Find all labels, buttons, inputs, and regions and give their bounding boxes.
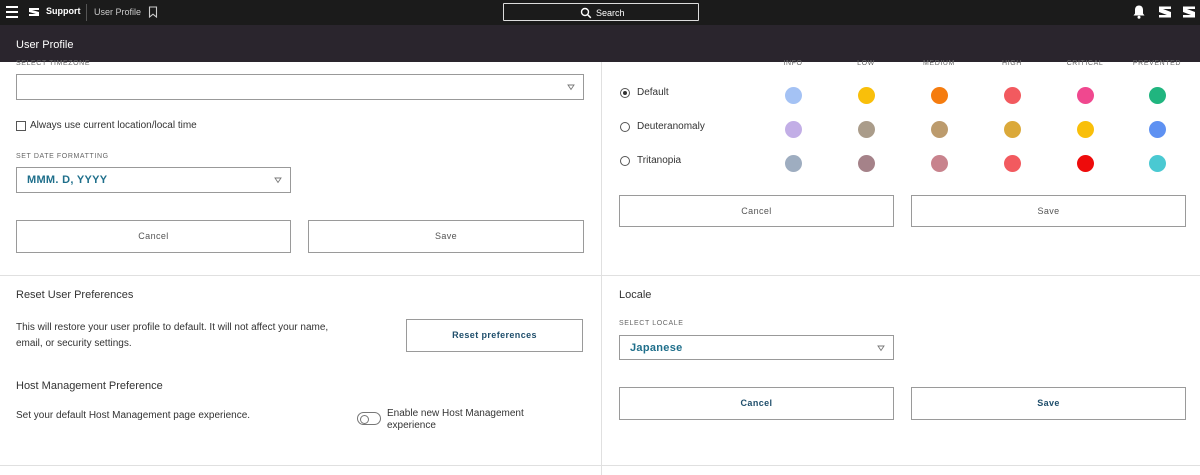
color-save-button[interactable]: Save xyxy=(911,195,1186,227)
brand-name[interactable]: Support xyxy=(46,6,81,16)
host-mgmt-heading: Host Management Preference xyxy=(16,380,163,392)
save-button[interactable]: Save xyxy=(308,220,584,253)
use-local-time-checkbox[interactable] xyxy=(16,121,26,131)
toggle-label-cont: experience xyxy=(387,420,436,431)
menu-icon[interactable] xyxy=(6,6,18,18)
color-swatch-tritanopia-info xyxy=(784,154,802,172)
radio-tritanopia[interactable] xyxy=(620,156,630,166)
color-swatch-deuteranomaly-critical xyxy=(1076,120,1094,138)
color-swatch-tritanopia-medium xyxy=(930,154,948,172)
locale-select[interactable]: Japanese xyxy=(619,335,894,360)
search-bar[interactable]: Search xyxy=(503,3,699,21)
color-swatch-tritanopia-prevented xyxy=(1148,154,1166,172)
reset-description: This will restore your user profile to d… xyxy=(16,322,329,333)
color-swatch-tritanopia-low xyxy=(857,154,875,172)
color-swatch-default-prevented xyxy=(1148,86,1166,104)
option-label-default: Default xyxy=(637,87,669,98)
option-label-tritanopia: Tritanopia xyxy=(637,155,682,166)
locale-label: SELECT LOCALE xyxy=(619,320,684,327)
column-header-prevented: PREVENTED xyxy=(1132,60,1182,67)
column-header-high: HIGH xyxy=(1002,60,1022,67)
color-swatch-default-low xyxy=(857,86,875,104)
column-header-medium: MEDIUM xyxy=(923,60,955,67)
locale-value: Japanese xyxy=(630,342,683,354)
color-swatch-default-critical xyxy=(1076,86,1094,104)
cancel-button[interactable]: Cancel xyxy=(16,220,291,253)
radio-deuteranomaly[interactable] xyxy=(620,122,630,132)
color-swatch-deuteranomaly-medium xyxy=(930,120,948,138)
divider xyxy=(86,4,87,21)
option-label-deuteranomaly: Deuteranomaly xyxy=(637,121,705,132)
top-navigation-bar: Support User Profile Search xyxy=(0,0,1200,25)
brand-logo-icon[interactable] xyxy=(28,6,40,18)
color-swatch-default-high xyxy=(1003,86,1021,104)
timezone-label: SELECT TIMEZONE xyxy=(16,60,91,67)
locale-save-button[interactable]: Save xyxy=(911,387,1186,420)
reset-preferences-button[interactable]: Reset preferences xyxy=(406,319,583,352)
host-mgmt-toggle[interactable] xyxy=(357,412,381,425)
host-mgmt-description: Set your default Host Management page ex… xyxy=(16,410,251,421)
column-divider xyxy=(601,62,602,475)
use-local-time-label: Always use current location/local time xyxy=(30,120,197,131)
column-header-low: LOW xyxy=(857,60,875,67)
color-swatch-default-medium xyxy=(930,86,948,104)
reset-heading: Reset User Preferences xyxy=(16,289,134,301)
product-switcher-icon[interactable] xyxy=(1158,5,1172,19)
section-divider xyxy=(0,465,1200,466)
chevron-down-icon xyxy=(567,84,575,91)
timezone-select[interactable] xyxy=(16,74,584,100)
color-cancel-button[interactable]: Cancel xyxy=(619,195,894,227)
color-swatch-deuteranomaly-low xyxy=(857,120,875,138)
chevron-down-icon xyxy=(274,177,282,184)
search-label: Search xyxy=(596,8,625,18)
date-format-label: SET DATE FORMATTING xyxy=(16,153,109,160)
date-format-value: MMM. D, YYYY xyxy=(27,174,108,186)
color-swatch-deuteranomaly-info xyxy=(784,120,802,138)
notification-bell-icon[interactable] xyxy=(1132,4,1146,20)
color-swatch-deuteranomaly-prevented xyxy=(1148,120,1166,138)
search-icon xyxy=(580,7,592,19)
color-swatch-deuteranomaly-high xyxy=(1003,120,1021,138)
date-format-select[interactable]: MMM. D, YYYY xyxy=(16,167,291,193)
color-swatch-tritanopia-high xyxy=(1003,154,1021,172)
section-divider xyxy=(0,275,1200,276)
page-title: User Profile xyxy=(16,39,74,51)
breadcrumb: User Profile xyxy=(94,7,142,17)
color-swatch-tritanopia-critical xyxy=(1076,154,1094,172)
page-header: User Profile xyxy=(0,25,1200,62)
column-header-critical: CRITICAL xyxy=(1066,60,1104,67)
apps-icon[interactable] xyxy=(1182,5,1196,19)
chevron-down-icon xyxy=(877,345,885,351)
locale-cancel-button[interactable]: Cancel xyxy=(619,387,894,420)
reset-description-cont: email, or security settings. xyxy=(16,338,132,349)
column-header-info: INFO xyxy=(783,60,803,67)
radio-default[interactable] xyxy=(620,88,630,98)
locale-heading: Locale xyxy=(619,289,652,301)
toggle-label: Enable new Host Management xyxy=(387,408,524,419)
bookmark-icon[interactable] xyxy=(148,6,158,18)
color-swatch-default-info xyxy=(784,86,802,104)
